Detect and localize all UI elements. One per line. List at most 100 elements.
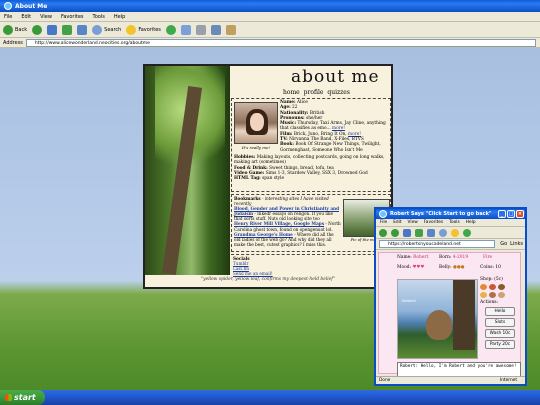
- fact-hobbies: Hobbies: Making layouts, collecting post…: [234, 155, 385, 166]
- robert-status-bar: Done Internet: [376, 376, 525, 384]
- back-button[interactable]: Back: [3, 24, 28, 35]
- film-more-link[interactable]: more!: [348, 132, 361, 137]
- minimize-icon[interactable]: _: [498, 210, 506, 218]
- slots-button[interactable]: Slots: [485, 318, 515, 327]
- stat-coins: Coins: 10: [480, 265, 501, 270]
- start-button[interactable]: start: [0, 390, 45, 405]
- messenger-icon[interactable]: [225, 24, 236, 35]
- search-label: Search: [104, 26, 122, 33]
- nav-profile[interactable]: profile: [304, 89, 324, 96]
- back-arrow-icon: [3, 24, 13, 35]
- edit-icon[interactable]: [210, 24, 221, 35]
- robert-menu-bar: File Edit View Favorites Tools Help: [376, 219, 525, 227]
- address-bar: Address http://www.alicewonderland.neoci…: [0, 38, 540, 48]
- robert-address-input[interactable]: https://robertsnyoucadeland.net: [379, 240, 496, 248]
- home-icon[interactable]: [77, 24, 88, 35]
- profile-box: It's really me! Name: Alice Age: 22 Nati…: [231, 98, 391, 192]
- menu-help[interactable]: Help: [114, 14, 125, 20]
- stat-name: Name: Robert: [397, 255, 429, 260]
- menu-file[interactable]: File: [4, 14, 12, 20]
- robert-squirrel[interactable]: [426, 310, 452, 340]
- history-icon[interactable]: [165, 24, 176, 35]
- robert-scene[interactable]: Robert: [397, 279, 478, 359]
- food-icon[interactable]: [489, 284, 496, 290]
- party-button[interactable]: Party 20c: [485, 340, 515, 349]
- hello-button[interactable]: Hello: [485, 307, 515, 316]
- socials-box: Socials Tumblr Last.fm Send me an email!: [231, 254, 391, 276]
- refresh-icon[interactable]: [62, 24, 73, 35]
- food-icon[interactable]: [480, 292, 487, 298]
- bookmarks-text: Bookmarks - interesting sites I have vis…: [234, 196, 341, 247]
- back-label: Back: [15, 26, 28, 33]
- menu-view[interactable]: View: [40, 14, 52, 20]
- robert-title-bar: Robert Says "Click Start to go back" _ □…: [376, 209, 525, 219]
- menu-view[interactable]: View: [408, 220, 418, 225]
- title-bar: About Me: [0, 0, 540, 12]
- page-title: about me: [291, 67, 380, 87]
- menu-edit[interactable]: Edit: [21, 14, 31, 20]
- favorites-label: Favorites: [138, 26, 161, 33]
- search-button[interactable]: Search: [92, 24, 122, 35]
- profile-facts: Name: Alice Age: 22 Nationality: British…: [280, 100, 390, 153]
- music-more-link[interactable]: more!: [332, 126, 345, 131]
- mail-icon[interactable]: [180, 24, 191, 35]
- page-quote: "yellow spider, yellow leaf, confirms my…: [201, 277, 335, 282]
- close-icon[interactable]: ×: [516, 210, 524, 218]
- menu-file[interactable]: File: [380, 220, 387, 225]
- menu-edit[interactable]: Edit: [393, 220, 401, 225]
- robert-window-title: Robert Says "Click Start to go back": [390, 211, 492, 217]
- menu-help[interactable]: Help: [466, 220, 476, 225]
- content-column: about me home profile quizzes It's reall…: [231, 66, 391, 276]
- actions-label: Actions:: [480, 300, 499, 305]
- avatar-block: It's really me!: [234, 102, 278, 154]
- stat-belly: Belly: ●●●: [439, 265, 465, 270]
- robert-game: Name: Robert Born: 4-2019 Fire Mood: ♥♥♥…: [378, 252, 521, 377]
- star-icon: [126, 24, 137, 35]
- fact-music: Music: Thursday, Taxi Arms, Jay Cline, a…: [280, 121, 386, 132]
- robert-toolbar: [376, 227, 525, 239]
- status-done: Done: [379, 378, 391, 383]
- menu-tools[interactable]: Tools: [449, 220, 460, 225]
- back-arrow-icon[interactable]: [379, 228, 387, 237]
- go-button[interactable]: Go: [500, 241, 507, 247]
- nav-home[interactable]: home: [283, 89, 300, 96]
- star-icon[interactable]: [451, 228, 459, 237]
- wash-button[interactable]: Wash 10c: [485, 329, 515, 338]
- ie-icon: [379, 210, 387, 218]
- forward-arrow-icon[interactable]: [32, 24, 43, 35]
- fact-htmltag: HTML Tag: span style: [234, 176, 285, 182]
- print-icon[interactable]: [195, 24, 206, 35]
- maximize-icon[interactable]: □: [507, 210, 515, 218]
- food-icon[interactable]: [498, 284, 505, 290]
- food-icon[interactable]: [489, 292, 496, 298]
- social-link-email[interactable]: Send me an email!: [233, 271, 391, 276]
- robert-address-bar: https://robertsnyoucadeland.net Go Links: [376, 239, 525, 250]
- nav-quizzes[interactable]: quizzes: [327, 89, 350, 96]
- food-icon[interactable]: [480, 284, 487, 290]
- stop-icon[interactable]: [403, 228, 411, 237]
- menu-bar: File Edit View Favorites Tools Help: [0, 12, 540, 22]
- stat-mood: Mood: ♥♥♥: [397, 265, 425, 270]
- refresh-icon[interactable]: [415, 228, 423, 237]
- nav-links: home profile quizzes: [283, 89, 350, 96]
- menu-favorites[interactable]: Favorites: [61, 14, 84, 20]
- links-button[interactable]: Links: [510, 241, 523, 247]
- window-controls: _ □ ×: [498, 210, 524, 218]
- address-input[interactable]: http://www.alicewonderland.neocities.org…: [25, 38, 536, 47]
- favorites-button[interactable]: Favorites: [126, 24, 161, 35]
- taskbar: start: [0, 390, 540, 405]
- stop-icon[interactable]: [47, 24, 58, 35]
- home-icon[interactable]: [427, 228, 435, 237]
- history-icon[interactable]: [463, 228, 471, 237]
- profile-facts-bottom: Hobbies: Making layouts, collecting post…: [234, 155, 390, 181]
- scene-label: Robert: [402, 298, 416, 303]
- food-icon[interactable]: [498, 292, 505, 298]
- robert-window: Robert Says "Click Start to go back" _ □…: [374, 207, 527, 386]
- forward-arrow-icon[interactable]: [391, 228, 399, 237]
- search-icon: [92, 24, 103, 35]
- menu-favorites[interactable]: Favorites: [424, 220, 443, 225]
- search-icon[interactable]: [439, 228, 447, 237]
- menu-tools[interactable]: Tools: [93, 14, 105, 20]
- avatar: [234, 102, 278, 144]
- status-zone: Internet: [499, 378, 517, 383]
